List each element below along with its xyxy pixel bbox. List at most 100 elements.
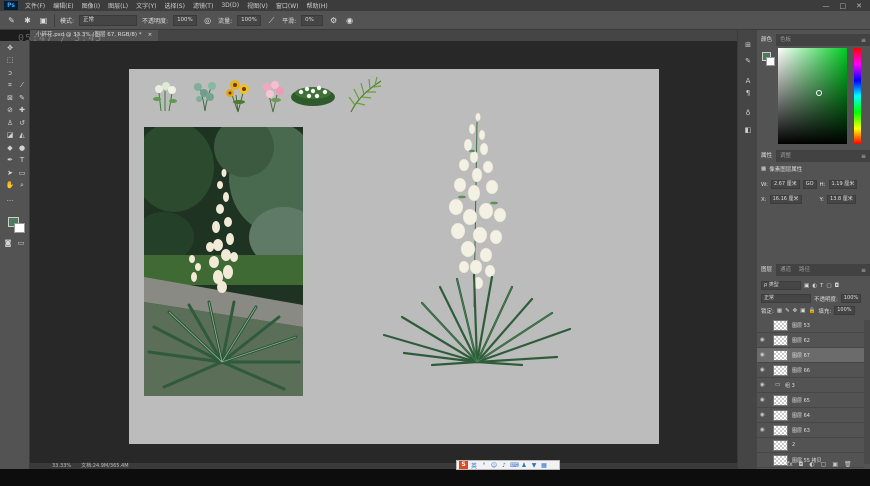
filter-adjust-icon[interactable]: ◐ [812,283,817,289]
y-field[interactable]: 13.8 厘米 [827,195,856,204]
lock-all-icon[interactable]: 🔒 [808,308,815,314]
maximize-button[interactable]: □ [840,2,847,10]
paragraph-icon[interactable]: ¶ [743,88,753,98]
menu-select[interactable]: 选择(S) [160,1,189,10]
layer-row[interactable]: ◉ 图层 62 [757,333,864,348]
airbrush-icon[interactable]: ⟋ [266,15,277,26]
adjustment-layer-icon[interactable]: ◐ [809,461,814,468]
tshirt-icon[interactable]: ▼ [530,462,538,469]
visibility-eye-icon[interactable]: ◉ [760,336,767,344]
layer-row[interactable]: ◉ 图层 63 [757,423,864,438]
mode-select[interactable]: 正常 [79,14,138,26]
filter-pixel-icon[interactable]: ▣ [804,283,809,289]
stamp-tool-icon[interactable]: ♙ [5,118,15,128]
brush-panel-icon[interactable]: ✎ [743,56,753,66]
new-group-icon[interactable]: ▢ [821,461,827,468]
menu-window[interactable]: 窗口(W) [272,1,303,10]
learn-icon[interactable]: ♁ [743,108,753,118]
marquee-tool-icon[interactable]: ⬚ [5,55,15,65]
panel-menu-icon[interactable]: ≡ [861,37,870,44]
quick-mask-icon[interactable]: ◙ [3,238,13,248]
ime-language[interactable]: 英 [470,461,478,470]
visibility-eye-icon[interactable]: ◉ [760,411,767,419]
close-tab-icon[interactable]: × [148,30,153,41]
move-tool-icon[interactable]: ✥ [5,43,15,53]
layer-row[interactable]: ◉ ▭ 组 3 [757,378,864,393]
fx-icon[interactable]: fx [787,461,793,468]
layer-row[interactable]: ◉ 图层 64 [757,408,864,423]
new-layer-icon[interactable]: ▣ [832,461,838,468]
layer-row[interactable]: ◉ 图层 65 [757,393,864,408]
background-color-swatch[interactable] [14,223,25,233]
brush-tool-icon[interactable]: ✎ [6,15,17,26]
history-brush-icon[interactable]: ↺ [17,118,27,128]
brush-preset-icon[interactable]: ✱ [22,15,33,26]
visibility-eye-icon[interactable]: ◉ [760,426,767,434]
frame-tool-icon[interactable]: ⊠ [5,93,15,103]
menu-3d[interactable]: 3D(D) [217,2,243,9]
voice-icon[interactable]: ♪ [500,462,508,469]
layer-row[interactable]: ◉ 图层 67 [757,348,864,363]
menu-layer[interactable]: 图层(L) [104,1,132,10]
tab-color[interactable]: 颜色 [757,34,777,46]
filter-shape-icon[interactable]: ▢ [826,283,831,289]
visibility-eye-icon[interactable]: ◉ [760,381,767,389]
healing-brush-icon[interactable]: ✚ [17,105,27,115]
history-icon[interactable]: ⊞ [743,40,753,50]
color-background-swatch[interactable] [766,57,775,66]
type-tool-icon[interactable]: T [17,155,27,165]
lock-artboard-icon[interactable]: ▣ [800,308,805,314]
zoom-tool-icon[interactable]: ⌕ [17,180,27,190]
menu-file[interactable]: 文件(F) [21,1,49,10]
character-icon[interactable]: A [743,76,753,86]
layer-kind-filter[interactable]: ρ 类型 [761,281,801,290]
layer-row[interactable]: ◉ 图层 66 [757,363,864,378]
visibility-eye-icon[interactable]: ◉ [760,396,767,404]
panel-menu-icon[interactable]: ≡ [861,153,870,160]
pressure-size-icon[interactable]: ◉ [344,15,355,26]
pressure-opacity-icon[interactable]: ◎ [202,15,213,26]
panel-menu-icon[interactable]: ≡ [861,267,870,274]
punctuation-icon[interactable]: ° [480,462,488,469]
close-button[interactable]: ✕ [856,2,862,10]
shape-tool-icon[interactable]: ▭ [17,168,27,178]
document-canvas[interactable] [129,69,659,444]
filter-type-icon[interactable]: T [820,283,823,289]
hand-tool-icon[interactable]: ✋ [5,180,15,190]
ime-toolbar[interactable]: S 英 ° ☺ ♪ ⌨ ♟ ▼ ▦ [456,460,560,470]
canvas-area[interactable]: 05:47 / 5:45 [18,33,737,463]
menu-view[interactable]: 视图(V) [243,1,272,10]
fill-field[interactable]: 100% [834,306,855,315]
lock-move-icon[interactable]: ✥ [793,308,798,314]
tab-adjustments[interactable]: 调整 [776,150,795,162]
visibility-eye-icon[interactable]: ◉ [760,366,767,374]
height-field[interactable]: 1.19 厘米 [828,180,858,189]
menu-type[interactable]: 文字(Y) [132,1,160,10]
trash-icon[interactable]: 🗑 [844,461,852,468]
sogou-logo[interactable]: S [459,461,468,469]
layer-opacity-field[interactable]: 100% [840,294,862,303]
keyboard-icon[interactable]: ⌨ [510,462,519,469]
layer-row[interactable]: 图层 53 [757,318,864,333]
path-selection-icon[interactable]: ➤ [5,168,15,178]
x-field[interactable]: 16.16 厘米 [769,195,802,204]
blur-tool-icon[interactable]: ◆ [5,143,15,153]
color-picker-cursor[interactable] [816,90,822,96]
emoji-icon[interactable]: ☺ [490,462,498,469]
libraries-icon[interactable]: ◧ [743,125,753,135]
hue-slider[interactable] [854,48,861,144]
minimize-button[interactable]: — [823,2,830,10]
eyedropper-icon[interactable]: ⊘ [5,105,15,115]
dodge-tool-icon[interactable]: ● [17,143,27,153]
opacity-field[interactable]: 100% [173,14,198,26]
color-picker-field[interactable] [778,48,847,144]
tab-channels[interactable]: 通道 [776,264,795,276]
width-field[interactable]: 2.67 厘米 [770,180,800,189]
menu-filter[interactable]: 滤镜(T) [189,1,217,10]
flow-field[interactable]: 100% [237,14,262,26]
magic-wand-icon[interactable]: ⁄ [17,80,27,90]
lock-paint-icon[interactable]: ✎ [785,308,790,314]
filter-smart-icon[interactable]: ◘ [835,283,839,289]
menu-image[interactable]: 图像(I) [78,1,104,10]
lock-pixels-icon[interactable]: ▦ [777,308,782,314]
